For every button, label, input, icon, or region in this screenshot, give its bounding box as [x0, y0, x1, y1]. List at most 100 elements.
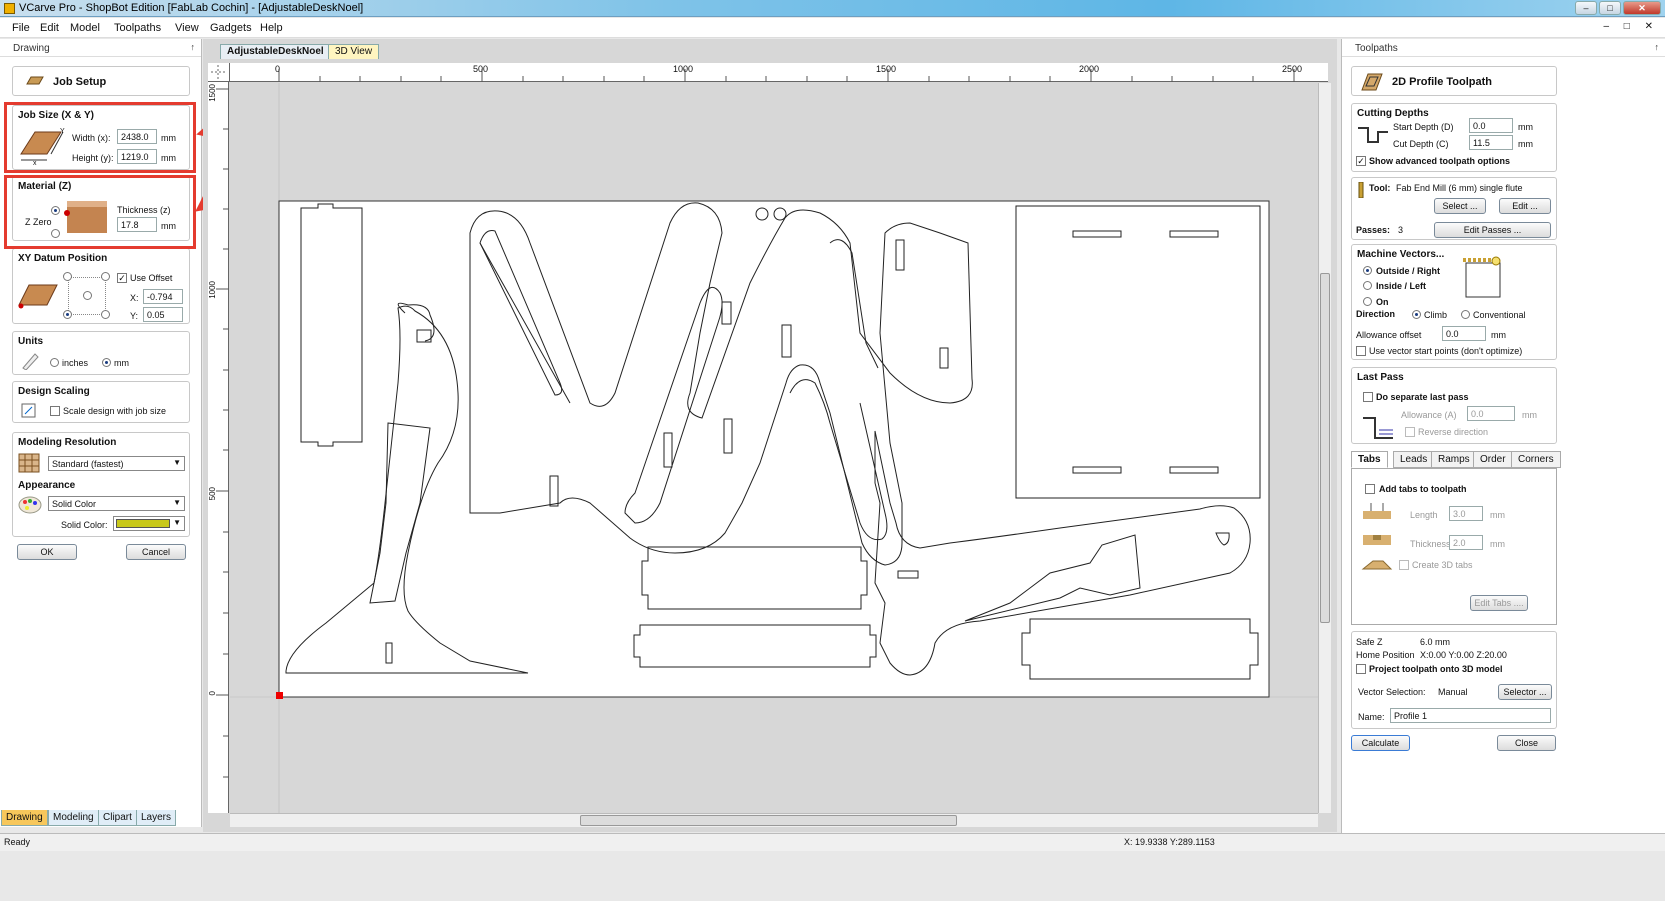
tab-length-label: Length — [1410, 510, 1438, 520]
horizontal-scrollbar[interactable] — [230, 813, 1318, 827]
climb-radio[interactable] — [1412, 310, 1421, 319]
tab-ramps[interactable]: Ramps — [1431, 451, 1477, 468]
depth-diagram-icon — [1358, 127, 1388, 143]
solid-color-picker[interactable]: ▼ — [113, 516, 185, 531]
menu-model[interactable]: Model — [70, 22, 100, 34]
tab-clipart[interactable]: Clipart — [98, 810, 137, 826]
ruler-label-v0: 0 — [208, 691, 217, 696]
tab-leads[interactable]: Leads — [1393, 451, 1435, 468]
vertical-scroll-thumb[interactable] — [1320, 273, 1330, 623]
vector-selection-value: Manual — [1438, 687, 1468, 697]
job-setup-header: Job Setup — [12, 66, 190, 96]
minimize-button[interactable]: – — [1575, 1, 1597, 15]
pin-icon[interactable]: ↑ — [191, 42, 196, 52]
outside-right-label: Outside / Right — [1376, 266, 1440, 276]
allowance-offset-input[interactable]: 0.0 — [1442, 326, 1486, 341]
on-vector-radio[interactable] — [1363, 297, 1372, 306]
datum-top-right-radio[interactable] — [101, 272, 110, 281]
calculate-button[interactable]: Calculate — [1351, 735, 1410, 751]
resolution-select[interactable]: Standard (fastest) ▼ — [48, 456, 185, 471]
offset-y-input[interactable]: 0.05 — [143, 307, 183, 322]
pin-icon[interactable]: ↑ — [1655, 42, 1660, 52]
vector-selection-label: Vector Selection: — [1358, 687, 1426, 697]
close-window-button[interactable]: ✕ — [1623, 1, 1661, 15]
color-swatch — [116, 519, 170, 528]
ruler-label-v500: 500 — [208, 487, 217, 501]
selector-button[interactable]: Selector ... — [1498, 684, 1552, 700]
tab-corners[interactable]: Corners — [1511, 451, 1561, 468]
datum-bottom-left-radio[interactable] — [63, 310, 72, 319]
last-pass-section: Last Pass Do separate last pass Allowanc… — [1351, 367, 1557, 444]
ruler-horizontal: 0 500 1000 1500 2000 2500 — [230, 63, 1328, 82]
outside-right-radio[interactable] — [1363, 266, 1372, 275]
menu-view[interactable]: View — [175, 22, 199, 34]
use-offset-checkbox[interactable]: ✓ — [117, 273, 127, 283]
tab-modeling[interactable]: Modeling — [48, 810, 99, 826]
create-3d-tabs-label: Create 3D tabs — [1412, 560, 1473, 570]
toolpath-name-input[interactable]: Profile 1 — [1390, 708, 1551, 723]
offset-x-input[interactable]: -0.794 — [143, 289, 183, 304]
vector-start-checkbox[interactable] — [1356, 346, 1366, 356]
ruler-corner[interactable] — [208, 63, 230, 82]
scale-design-checkbox[interactable] — [50, 406, 60, 416]
cut-depth-input[interactable]: 11.5 — [1469, 135, 1513, 150]
solid-color-label: Solid Color: — [61, 520, 108, 530]
tab-drawing[interactable]: Drawing — [1, 810, 48, 826]
ruler-label-500: 500 — [473, 64, 489, 74]
separate-last-pass-checkbox[interactable] — [1363, 392, 1373, 402]
edit-passes-button[interactable]: Edit Passes ... — [1434, 222, 1551, 238]
tab-length-icon — [1363, 503, 1391, 519]
tab-tabs[interactable]: Tabs — [1351, 451, 1388, 468]
datum-bottom-right-radio[interactable] — [101, 310, 110, 319]
tab-3d-view[interactable]: 3D View — [328, 44, 380, 59]
tool-select-button[interactable]: Select ... — [1434, 198, 1486, 214]
tab-length-input[interactable]: 3.0 — [1449, 506, 1483, 521]
units-mm-radio[interactable] — [102, 358, 111, 367]
vertical-scrollbar[interactable] — [1318, 83, 1331, 813]
allowance-offset-label: Allowance offset — [1356, 330, 1422, 340]
last-pass-allowance-input[interactable]: 0.0 — [1467, 406, 1515, 421]
inside-left-radio[interactable] — [1363, 281, 1372, 290]
tab-document[interactable]: AdjustableDeskNoel — [220, 44, 331, 59]
menu-file[interactable]: File — [12, 22, 30, 34]
ruler-vertical: 1500 1000 500 0 — [208, 82, 229, 813]
edit-tabs-button[interactable]: Edit Tabs .... — [1470, 595, 1528, 611]
horizontal-scroll-thumb[interactable] — [580, 815, 957, 826]
menu-edit[interactable]: Edit — [40, 22, 59, 34]
profile-toolpath-title: 2D Profile Toolpath — [1392, 76, 1493, 88]
maximize-button[interactable]: □ — [1599, 1, 1621, 15]
start-depth-input[interactable]: 0.0 — [1469, 118, 1513, 133]
datum-top-left-radio[interactable] — [63, 272, 72, 281]
add-tabs-checkbox[interactable] — [1365, 484, 1375, 494]
tab-thickness-input[interactable]: 2.0 — [1449, 535, 1483, 550]
menu-help[interactable]: Help — [260, 22, 283, 34]
project-toolpath-checkbox[interactable] — [1356, 664, 1366, 674]
status-ready: Ready — [4, 837, 31, 847]
units-inches-radio[interactable] — [50, 358, 59, 367]
tool-section: Tool: Fab End Mill (6 mm) single flute S… — [1351, 177, 1557, 240]
start-depth-label: Start Depth (D) — [1393, 122, 1454, 132]
appearance-select[interactable]: Solid Color ▼ — [48, 496, 185, 511]
show-advanced-checkbox[interactable]: ✓ — [1356, 156, 1366, 166]
design-canvas[interactable] — [230, 83, 1318, 813]
last-pass-allowance-label: Allowance (A) — [1401, 410, 1457, 420]
tab-order[interactable]: Order — [1473, 451, 1513, 468]
profile-toolpath-icon — [1361, 73, 1383, 91]
reverse-direction-checkbox[interactable] — [1405, 427, 1415, 437]
ok-button[interactable]: OK — [17, 544, 77, 560]
drawing-panel-title: Drawing — [13, 43, 50, 54]
create-3d-tabs-checkbox[interactable] — [1399, 560, 1409, 570]
menu-toolpaths[interactable]: Toolpaths — [114, 22, 161, 34]
tab-layers[interactable]: Layers — [136, 810, 177, 826]
conventional-radio[interactable] — [1461, 310, 1470, 319]
tool-edit-button[interactable]: Edit ... — [1499, 198, 1551, 214]
menu-gadgets[interactable]: Gadgets — [210, 22, 252, 34]
close-button[interactable]: Close — [1497, 735, 1556, 751]
vector-start-label: Use vector start points (don't optimize) — [1369, 346, 1523, 356]
datum-center-radio[interactable] — [83, 291, 92, 300]
job-size-highlight — [4, 102, 196, 173]
mdi-window-controls[interactable]: – □ ✕ — [1603, 21, 1659, 32]
cancel-button[interactable]: Cancel — [126, 544, 186, 560]
datum-marker — [276, 692, 283, 699]
use-offset-label: Use Offset — [130, 273, 173, 283]
